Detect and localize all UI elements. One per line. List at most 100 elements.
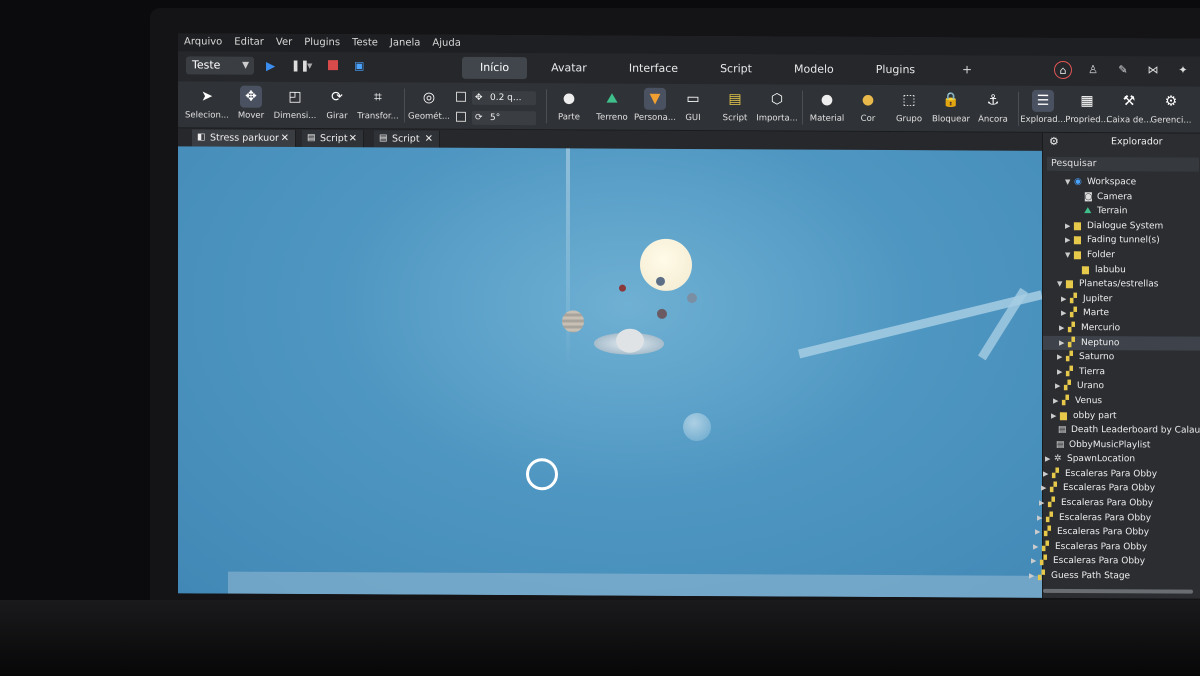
explorer-item[interactable]: ▶ ▞ Escaleras Para Obby (1041, 481, 1200, 496)
close-icon[interactable]: ✕ (425, 131, 433, 148)
explorer-item[interactable]: ▼ ◉ Workspace (1043, 175, 1200, 190)
share-icon[interactable]: ⋈ (1144, 61, 1162, 79)
doc-tab-script-2[interactable]: ▤ Script ✕ (374, 130, 440, 148)
explorer-item[interactable]: ▶ ▞ Escaleras Para Obby (1037, 511, 1200, 526)
3d-viewport[interactable] (178, 146, 1043, 598)
import-tool[interactable]: ⬡ Importa... (754, 88, 800, 123)
move-increment-checkbox[interactable] (456, 91, 466, 102)
chevron-right-icon[interactable]: ▶ (1051, 408, 1056, 423)
select-tool[interactable]: ➤ Selecion... (184, 85, 230, 120)
play-icon[interactable]: ▶ (266, 58, 275, 74)
menu-editar[interactable]: Editar (228, 34, 270, 52)
chevron-right-icon[interactable]: ▶ (1065, 219, 1070, 234)
gear-icon[interactable]: ⚙ (1049, 133, 1059, 151)
geometry-tool[interactable]: ◎ Geomét... (406, 87, 452, 122)
explorer-item[interactable]: ⛰ Terrain (1043, 204, 1200, 219)
chevron-right-icon[interactable]: ▶ (1055, 379, 1060, 394)
menu-ajuda[interactable]: Ajuda (426, 35, 466, 53)
explorer-item[interactable]: ▶ ▞ Escaleras Para Obby (1035, 525, 1200, 540)
anchor-tool[interactable]: ⚓ Âncora (970, 89, 1016, 125)
explorer-item[interactable]: ▶ ▆ Dialogue System (1043, 219, 1200, 234)
chevron-right-icon[interactable]: ▶ (1059, 335, 1064, 350)
tab-plugins[interactable]: Plugins (858, 59, 933, 81)
client-view-icon[interactable]: ▣ (354, 58, 364, 74)
chat-icon[interactable]: ✎ (1114, 61, 1132, 79)
explorer-item[interactable]: ◙ Camera (1043, 189, 1200, 204)
explorer-item[interactable]: ▤ Death Leaderboard by Calau1 (1043, 423, 1200, 438)
saturn-planet[interactable] (616, 328, 644, 353)
rotate-increment-field[interactable]: ⟳ 5° (456, 110, 536, 126)
properties-tool[interactable]: ▦ Propried... (1064, 90, 1110, 125)
chevron-down-icon[interactable]: ▼ (1057, 277, 1062, 292)
chevron-right-icon[interactable]: ▶ (1059, 321, 1064, 336)
chevron-right-icon[interactable]: ▶ (1061, 306, 1066, 321)
menu-arquivo[interactable]: Arquivo (178, 33, 228, 51)
menu-janela[interactable]: Janela (384, 34, 426, 52)
add-user-icon[interactable]: ♙ (1084, 61, 1102, 79)
lock-tool[interactable]: 🔒 Bloquear (928, 89, 974, 124)
group-tool[interactable]: ⬚ Grupo (886, 89, 932, 124)
tab-inicio[interactable]: Início (462, 56, 528, 80)
explorer-item[interactable]: ▶ ▞ Escaleras Para Obby (1043, 467, 1200, 482)
doc-tab-place[interactable]: ◧ Stress parkuor ✕ (192, 129, 296, 147)
rotate-increment-checkbox[interactable] (456, 111, 466, 122)
toolbox-tool[interactable]: ⚒ Caixa de... (1106, 90, 1152, 125)
chevron-right-icon[interactable]: ▶ (1031, 554, 1036, 569)
explorer-item[interactable]: ▶ ▞ Escaleras Para Obby (1039, 496, 1200, 511)
chevron-right-icon[interactable]: ▶ (1045, 452, 1050, 467)
chevron-down-icon[interactable]: ▼ (1065, 248, 1070, 263)
glass-sphere[interactable] (683, 412, 711, 442)
chevron-right-icon[interactable]: ▶ (1061, 292, 1066, 307)
chevron-right-icon[interactable]: ▶ (1033, 540, 1038, 555)
explorer-item[interactable]: ▶ ▞ Escaleras Para Obby (1033, 540, 1200, 555)
add-tab-icon[interactable]: + (962, 61, 972, 77)
tab-interface[interactable]: Interface (611, 58, 696, 80)
mars-planet[interactable] (619, 284, 626, 292)
chevron-right-icon[interactable]: ▶ (1065, 233, 1070, 248)
small-planet[interactable] (687, 292, 697, 304)
place-selector[interactable]: Teste ▼ (186, 56, 254, 75)
chevron-right-icon[interactable]: ▶ (1053, 394, 1058, 409)
tab-script[interactable]: Script (702, 58, 770, 80)
material-tool[interactable]: ● Material (804, 89, 850, 124)
explorer-item[interactable]: ▼ ▆ Planetas/estrellas (1043, 277, 1200, 292)
explorer-item[interactable]: ▶ ▞ Jupiter (1043, 292, 1200, 307)
part-tool[interactable]: ● Parte (546, 87, 592, 122)
explorer-item[interactable]: ▶ ▞ Urano (1043, 379, 1200, 394)
explorer-item[interactable]: ▼ ▆ Folder (1043, 248, 1200, 263)
explorer-item[interactable]: ▶ ▞ Mercurio (1043, 321, 1200, 336)
explorer-item[interactable]: ▶ ▞ Marte (1043, 306, 1200, 321)
menu-plugins[interactable]: Plugins (298, 34, 346, 52)
explorer-item[interactable]: ▶ ▞ Saturno (1043, 350, 1200, 365)
chevron-right-icon[interactable]: ▶ (1043, 467, 1048, 482)
sun-sphere[interactable] (640, 238, 692, 292)
color-tool[interactable]: ● Cor (845, 89, 891, 124)
explorer-item[interactable]: ▶ ▞ Venus (1043, 394, 1200, 409)
chevron-right-icon[interactable]: ▶ (1029, 569, 1034, 584)
menu-teste[interactable]: Teste (346, 34, 384, 52)
jupiter-planet[interactable] (562, 310, 584, 333)
chevron-right-icon[interactable]: ▶ (1039, 496, 1044, 511)
doc-tab-script-1[interactable]: ▤ Script ✕ (302, 129, 364, 148)
move-tool[interactable]: ✥ Mover (228, 85, 274, 121)
move-increment-field[interactable]: ✥ 0.2 q... (456, 90, 536, 106)
small-planet[interactable] (656, 276, 665, 286)
chevron-right-icon[interactable]: ▶ (1057, 365, 1062, 380)
stop-icon[interactable] (328, 60, 338, 71)
chevron-right-icon[interactable]: ▶ (1037, 510, 1042, 525)
explorer-item[interactable]: ▶ ▞ Escaleras Para Obby (1031, 554, 1200, 569)
close-icon[interactable]: ✕ (349, 130, 357, 147)
scale-tool[interactable]: ◰ Dimensi... (272, 86, 318, 121)
tab-avatar[interactable]: Avatar (533, 57, 605, 79)
explorer-item[interactable]: ▶ ✲ SpawnLocation (1043, 452, 1200, 467)
explorer-tool[interactable]: ☰ Explorad... (1020, 89, 1066, 125)
explorer-item[interactable]: ▤ ObbyMusicPlaylist (1043, 438, 1200, 453)
script-tool[interactable]: ▤ Script (712, 88, 758, 123)
small-planet[interactable] (657, 308, 667, 319)
explorer-item[interactable]: ▶ ▞ Neptuno (1043, 335, 1200, 351)
close-icon[interactable]: ✕ (281, 130, 289, 147)
menu-ver[interactable]: Ver (270, 34, 298, 52)
home-icon[interactable]: ⌂ (1054, 60, 1072, 80)
explorer-item[interactable]: ▶ ▆ Fading tunnel(s) (1043, 233, 1200, 248)
chevron-right-icon[interactable]: ▶ (1041, 481, 1046, 496)
